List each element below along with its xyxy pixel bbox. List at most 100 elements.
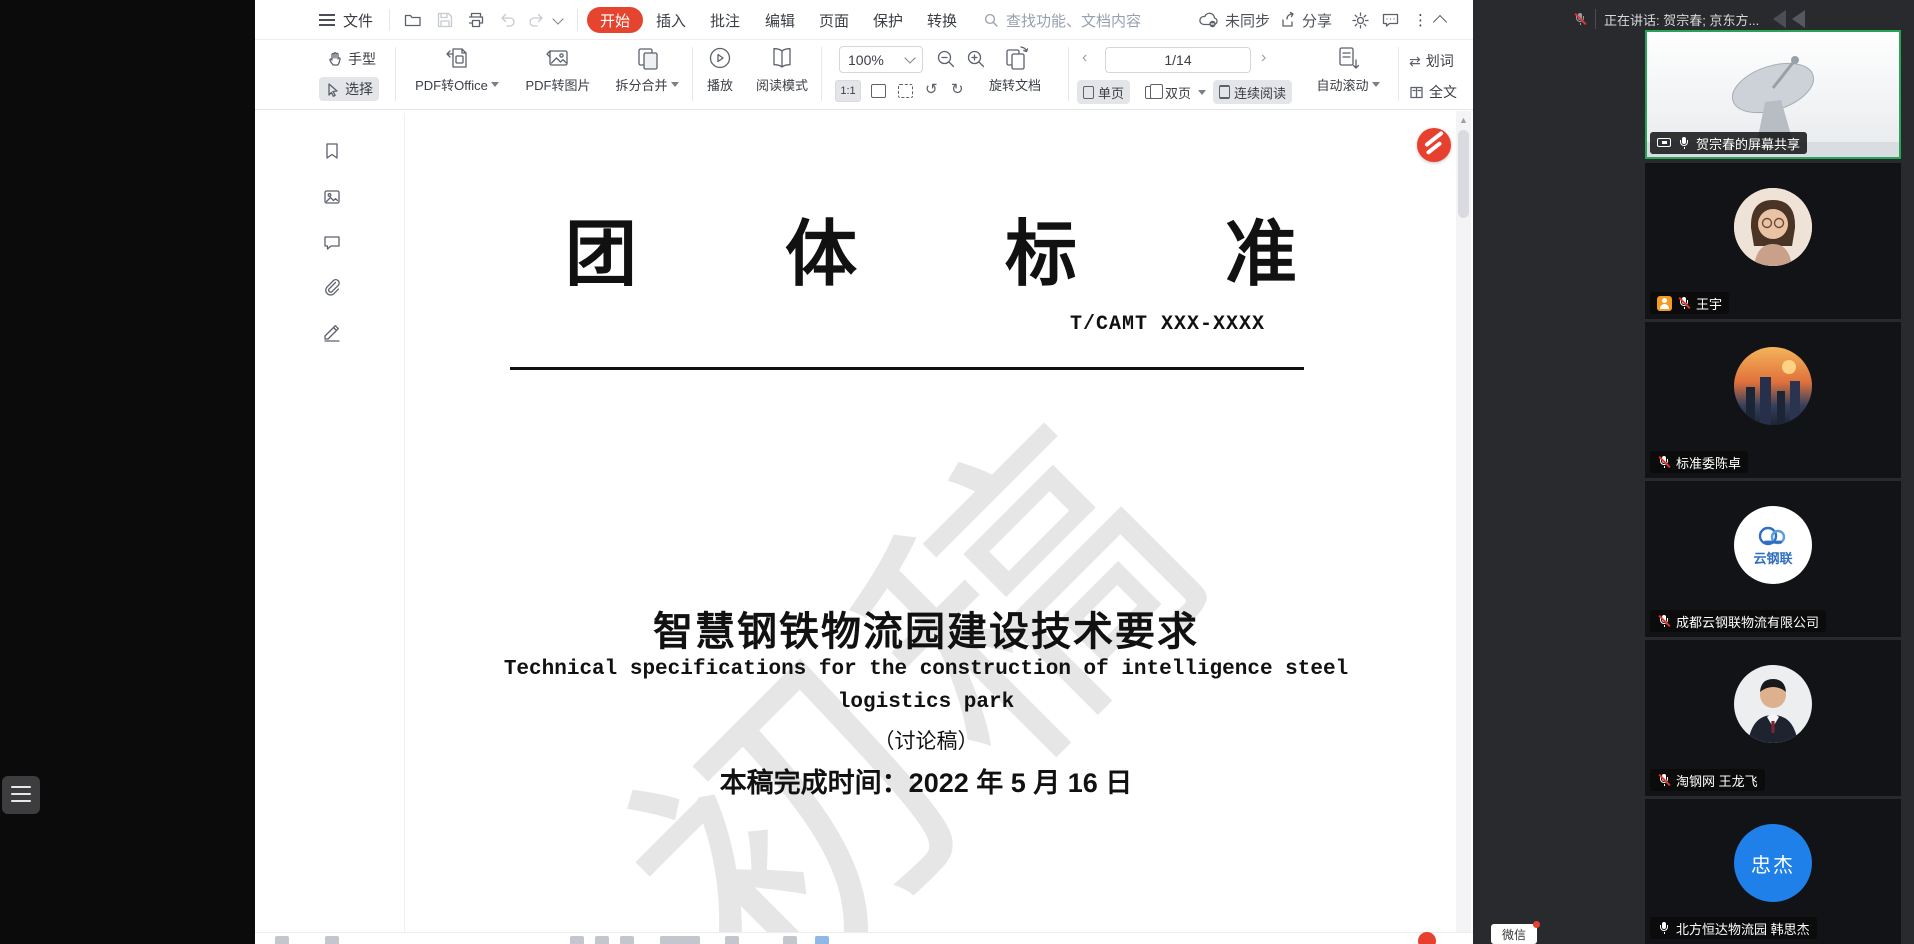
save-button[interactable] xyxy=(435,0,455,40)
split-merge-icon xyxy=(633,44,661,72)
bottom-icon[interactable] xyxy=(620,936,634,944)
rotate-left-icon[interactable]: ↺ xyxy=(925,80,938,98)
nav-arrows-icon[interactable] xyxy=(1773,10,1805,28)
bottom-icon[interactable] xyxy=(570,936,584,944)
full-translate-button[interactable]: 全文 xyxy=(1403,80,1463,104)
tab-home[interactable]: 开始 xyxy=(587,7,643,33)
feedback-button[interactable] xyxy=(1381,0,1400,40)
rotate-doc-icon xyxy=(1000,44,1030,72)
notes-list-button[interactable] xyxy=(2,776,40,814)
word-translate-button[interactable]: ⇄ 划词 xyxy=(1403,49,1460,73)
continuous-button[interactable]: 连续阅读 xyxy=(1213,80,1292,104)
collapse-toolbar-button[interactable] xyxy=(1435,0,1445,40)
bottom-icon[interactable] xyxy=(725,936,739,944)
muted-mic-icon xyxy=(1573,12,1587,26)
rotate-doc-button[interactable]: 旋转文档 xyxy=(967,44,1063,106)
red-app-icon[interactable] xyxy=(1418,932,1436,944)
settings-button[interactable] xyxy=(1351,0,1370,40)
cloud-sync-icon xyxy=(1198,11,1220,29)
pdf-to-image-button[interactable]: PDF转图片 xyxy=(510,44,606,106)
one-to-one-label: 1:1 xyxy=(840,85,855,97)
page-indicator-input[interactable]: 1/14 xyxy=(1105,47,1251,73)
bottom-icon[interactable] xyxy=(783,936,797,944)
scrollbar-thumb[interactable] xyxy=(1458,130,1469,218)
scroll-up-icon[interactable]: ▲ xyxy=(1459,115,1468,125)
undo-button[interactable] xyxy=(498,0,518,40)
draft-note: （讨论稿） xyxy=(405,725,1447,755)
double-page-button[interactable]: 双页 xyxy=(1139,80,1212,104)
rotate-right-icon[interactable]: ↻ xyxy=(951,80,964,98)
zoom-out-button[interactable] xyxy=(935,48,957,75)
zoom-select[interactable]: 100% xyxy=(839,46,923,73)
attachment-icon[interactable] xyxy=(322,277,342,297)
bottom-icon[interactable] xyxy=(595,936,609,944)
fit-page-icon[interactable] xyxy=(871,84,886,98)
zoom-out-icon xyxy=(935,48,957,70)
speaking-status: 正在讲话: 贺宗春; 京东方... xyxy=(1604,10,1759,29)
bottom-icon[interactable] xyxy=(815,936,829,944)
tab-comment[interactable]: 批注 xyxy=(702,0,748,40)
bottom-toolbar xyxy=(255,932,1473,944)
tab-edit[interactable]: 编辑 xyxy=(757,0,803,40)
pdf-to-office-button[interactable]: PDF转Office xyxy=(409,44,505,106)
redo-icon xyxy=(526,10,546,30)
mic-muted-icon xyxy=(1657,773,1671,787)
chevron-down-icon xyxy=(552,13,563,24)
search-field[interactable]: 查找功能、文档内容 xyxy=(983,0,1141,40)
document-page[interactable]: 初稿 团体标准 T/CAMT XXX-XXXX 智慧钢铁物流园建设技术要求 Te… xyxy=(404,113,1447,944)
participant-avatar xyxy=(1734,347,1812,425)
tab-insert[interactable]: 插入 xyxy=(648,0,694,40)
page-indicator: 1/14 xyxy=(1164,52,1191,68)
share-button[interactable]: 分享 xyxy=(1280,0,1332,40)
participant-tile[interactable]: 王宇 xyxy=(1645,163,1901,319)
actual-size-button[interactable]: 1:1 xyxy=(835,80,861,102)
tab-protect[interactable]: 保护 xyxy=(865,0,911,40)
quick-access-dropdown[interactable] xyxy=(554,0,562,40)
mic-muted-icon xyxy=(1677,296,1691,310)
signature-icon[interactable] xyxy=(322,322,342,342)
auto-scroll-label: 自动滚动 xyxy=(1316,75,1368,94)
next-page-button[interactable]: › xyxy=(1261,49,1266,67)
comments-panel-icon[interactable] xyxy=(322,233,342,253)
more-options-button[interactable]: ⋮ xyxy=(1413,0,1428,40)
read-mode-button[interactable]: 阅读模式 xyxy=(737,44,827,106)
select-tool-button[interactable]: 选择 xyxy=(319,77,379,101)
tab-convert[interactable]: 转换 xyxy=(919,0,965,40)
prev-page-button[interactable]: ‹ xyxy=(1082,49,1087,67)
doc-title-cn: 智慧钢铁物流园建设技术要求 xyxy=(405,599,1447,657)
pdf-to-office-icon xyxy=(443,44,471,72)
hand-tool-button[interactable]: 手型 xyxy=(321,47,382,71)
main-menu-button[interactable]: 文件 xyxy=(319,0,373,40)
redo-button[interactable] xyxy=(526,0,546,40)
cloud-logo-icon xyxy=(1756,524,1790,546)
participant-tile-screenshare[interactable]: 贺宗春的屏幕共享 xyxy=(1645,30,1901,159)
fit-width-icon[interactable] xyxy=(898,84,913,98)
tab-page[interactable]: 页面 xyxy=(811,0,857,40)
participant-tile[interactable]: 标准委陈卓 xyxy=(1645,322,1901,478)
participant-tile[interactable]: 云钢联 成都云钢联物流有限公司 xyxy=(1645,481,1901,637)
sync-status[interactable]: 未同步 xyxy=(1198,0,1270,40)
participant-tile[interactable]: 淘钢网 王龙飞 xyxy=(1645,640,1901,796)
vertical-scrollbar[interactable]: ▲ ▼ xyxy=(1456,111,1471,944)
participant-name: 贺宗春的屏幕共享 xyxy=(1696,134,1800,153)
auto-scroll-button[interactable]: 自动滚动 xyxy=(1303,44,1393,106)
participant-label: 王宇 xyxy=(1650,292,1729,314)
zoom-value: 100% xyxy=(848,52,884,68)
participant-name: 成都云钢联物流有限公司 xyxy=(1676,612,1819,631)
ez-logo-badge[interactable] xyxy=(1417,128,1451,162)
wechat-taskbar-chip[interactable]: 微信 xyxy=(1491,924,1537,944)
bottom-icon[interactable] xyxy=(275,936,289,944)
participant-label: 成都云钢联物流有限公司 xyxy=(1650,610,1826,632)
bookmark-icon[interactable] xyxy=(322,141,342,161)
standard-number: T/CAMT XXX-XXXX xyxy=(405,313,1265,336)
participant-name: 北方恒达物流园 韩思杰 xyxy=(1676,919,1810,938)
print-button[interactable] xyxy=(466,0,486,40)
bottom-zoom-slider[interactable] xyxy=(660,936,700,944)
participant-tile[interactable]: 忠杰 北方恒达物流园 韩思杰 xyxy=(1645,799,1901,944)
word-translate-label: 划词 xyxy=(1426,51,1454,71)
thumbnails-icon[interactable] xyxy=(322,187,342,207)
file-menu-label[interactable]: 文件 xyxy=(343,10,373,31)
bottom-icon[interactable] xyxy=(325,936,339,944)
open-button[interactable] xyxy=(403,0,423,40)
single-page-button[interactable]: 单页 xyxy=(1077,80,1130,104)
